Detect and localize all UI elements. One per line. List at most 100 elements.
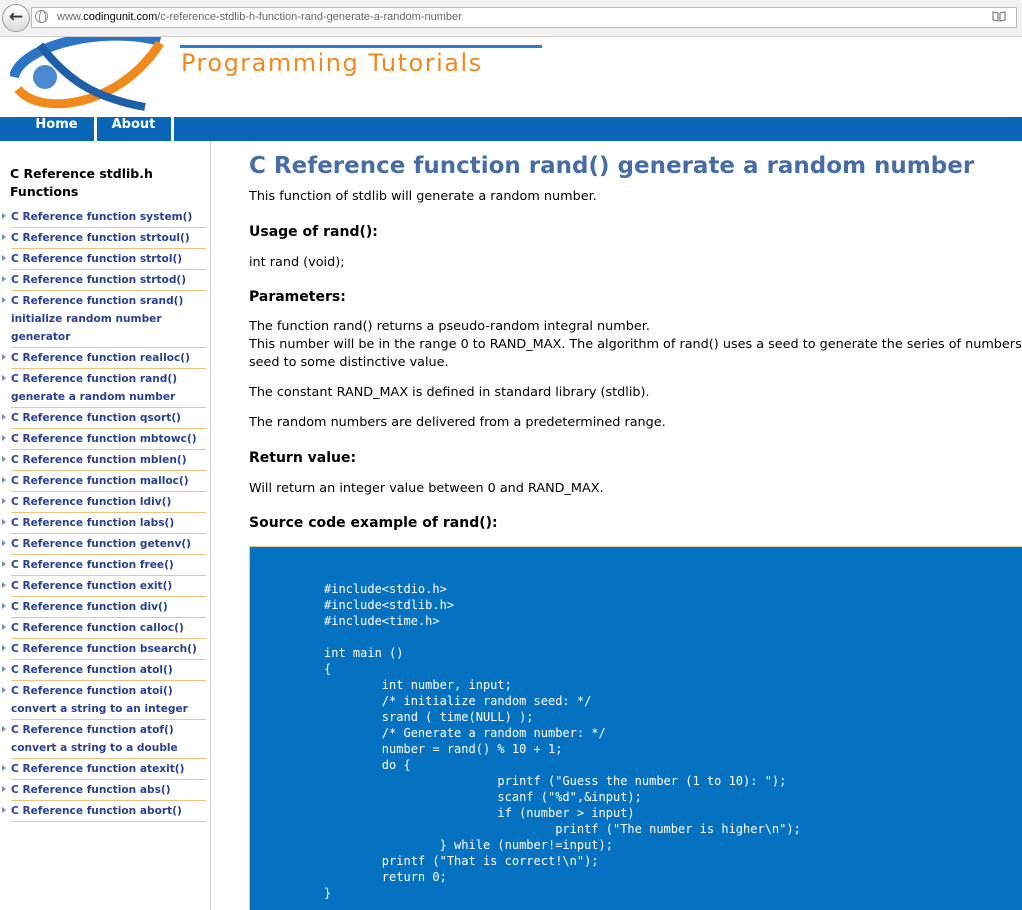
sidebar-link-label: C Reference function getenv() xyxy=(11,538,192,550)
nav-about-link[interactable]: About xyxy=(97,117,170,141)
bullet-arrow-icon xyxy=(2,807,6,813)
bullet-arrow-icon xyxy=(2,540,6,546)
sidebar-link[interactable]: C Reference function abort() xyxy=(2,801,206,822)
url-domain: codingunit.com xyxy=(83,11,158,23)
bullet-arrow-icon xyxy=(2,456,6,462)
bullet-arrow-icon xyxy=(2,666,6,672)
back-arrow-icon[interactable]: ← xyxy=(2,4,30,32)
bullet-arrow-icon xyxy=(2,414,6,420)
sidebar-link[interactable]: C Reference function calloc() xyxy=(2,618,206,639)
parameters-line-2: This number will be in the range 0 to RA… xyxy=(249,337,1022,352)
range-text: The random numbers are delivered from a … xyxy=(249,415,666,430)
sidebar-link[interactable]: C Reference function atof() convert a st… xyxy=(2,720,206,759)
sidebar-link-label: C Reference function bsearch() xyxy=(11,643,197,655)
sidebar-link[interactable]: C Reference function strtoul() xyxy=(2,228,206,249)
sidebar-link[interactable]: C Reference function ldiv() xyxy=(2,492,206,513)
bullet-arrow-icon xyxy=(2,477,6,483)
site-header: Programming Tutorials xyxy=(0,37,1022,117)
address-bar[interactable]: www.codingunit.com/c-reference-stdlib-h-… xyxy=(31,7,1017,28)
sidebar-link[interactable]: C Reference function abs() xyxy=(2,780,206,801)
bullet-arrow-icon xyxy=(2,213,6,219)
bullet-arrow-icon xyxy=(2,276,6,282)
sidebar-link-label: C Reference function strtod() xyxy=(11,274,187,286)
bullet-arrow-icon xyxy=(2,498,6,504)
sidebar-link[interactable]: C Reference function mblen() xyxy=(2,450,206,471)
url-prefix: www. xyxy=(57,11,84,23)
page-title: C Reference function rand() generate a r… xyxy=(249,153,975,179)
sidebar-link-label: C Reference function system() xyxy=(11,211,193,223)
sidebar-link[interactable]: C Reference function strtol() xyxy=(2,249,206,270)
bullet-arrow-icon xyxy=(2,786,6,792)
sidebar-link-label: C Reference function strtol() xyxy=(11,253,183,265)
sidebar-link-label: C Reference function rand() generate a r… xyxy=(11,373,178,403)
bullet-arrow-icon xyxy=(2,726,6,732)
sidebar-link-label: C Reference function atoi() convert a st… xyxy=(11,685,188,715)
source-code-heading: Source code example of rand(): xyxy=(249,515,498,531)
sidebar-link[interactable]: C Reference function mbtowc() xyxy=(2,429,206,450)
sidebar-list: C Reference function system() C Referenc… xyxy=(0,207,207,822)
sidebar-link[interactable]: C Reference function bsearch() xyxy=(2,639,206,660)
main-nav: Home About xyxy=(0,117,1022,141)
sidebar-link-label: C Reference function atof() convert a st… xyxy=(11,724,178,754)
sidebar-link-label: C Reference function atol() xyxy=(11,664,173,676)
parameters-line-1: The function rand() returns a pseudo-ran… xyxy=(249,319,650,334)
browser-toolbar: ← www.codingunit.com/c-reference-stdlib-… xyxy=(0,0,1022,37)
sidebar: C Reference stdlib.h Functions C Referen… xyxy=(0,141,211,910)
sidebar-link[interactable]: C Reference function strtod() xyxy=(2,270,206,291)
usage-heading: Usage of rand(): xyxy=(249,224,378,240)
sidebar-link-label: C Reference function mblen() xyxy=(11,454,187,466)
sidebar-link-label: C Reference function strtoul() xyxy=(11,232,190,244)
sidebar-link[interactable]: C Reference function div() xyxy=(2,597,206,618)
return-value-heading: Return value: xyxy=(249,450,357,466)
sidebar-link-label: C Reference function abort() xyxy=(11,805,182,817)
sidebar-link[interactable]: C Reference function system() xyxy=(2,207,206,228)
bullet-arrow-icon xyxy=(2,435,6,441)
sidebar-link[interactable]: C Reference function malloc() xyxy=(2,471,206,492)
sidebar-link[interactable]: C Reference function atexit() xyxy=(2,759,206,780)
bullet-arrow-icon xyxy=(2,519,6,525)
sidebar-link[interactable]: C Reference function rand() generate a r… xyxy=(2,369,206,408)
sidebar-link-label: C Reference function calloc() xyxy=(11,622,184,634)
bullet-arrow-icon xyxy=(2,582,6,588)
parameters-line-3: seed to some distinctive value. xyxy=(249,355,449,370)
sidebar-link[interactable]: C Reference function srand() initialize … xyxy=(2,291,206,348)
reader-view-icon[interactable] xyxy=(992,11,1006,22)
sidebar-link[interactable]: C Reference function exit() xyxy=(2,576,206,597)
bullet-arrow-icon xyxy=(2,297,6,303)
sidebar-link[interactable]: C Reference function getenv() xyxy=(2,534,206,555)
sidebar-link-label: C Reference function atexit() xyxy=(11,763,185,775)
sidebar-link-label: C Reference function div() xyxy=(11,601,168,613)
sidebar-link-label: C Reference function mbtowc() xyxy=(11,433,197,445)
intro-text: This function of stdlib will generate a … xyxy=(249,189,597,204)
site-logo-icon[interactable] xyxy=(10,37,180,117)
bullet-arrow-icon xyxy=(2,687,6,693)
bullet-arrow-icon xyxy=(2,234,6,240)
bullet-arrow-icon xyxy=(2,624,6,630)
url-path: /c-reference-stdlib-h-function-rand-gene… xyxy=(157,11,462,23)
sidebar-link[interactable]: C Reference function atoi() convert a st… xyxy=(2,681,206,720)
sidebar-link[interactable]: C Reference function free() xyxy=(2,555,206,576)
sidebar-link-label: C Reference function labs() xyxy=(11,517,175,529)
sidebar-link[interactable]: C Reference function realloc() xyxy=(2,348,206,369)
sidebar-link-label: C Reference function qsort() xyxy=(11,412,182,424)
usage-text: int rand (void); xyxy=(249,255,345,270)
nav-divider xyxy=(171,117,174,141)
bullet-arrow-icon xyxy=(2,255,6,261)
logo-line xyxy=(180,45,542,48)
parameters-heading: Parameters: xyxy=(249,289,346,305)
rand-max-text: The constant RAND_MAX is defined in stan… xyxy=(249,385,650,400)
bullet-arrow-icon xyxy=(2,765,6,771)
sidebar-link-label: C Reference function abs() xyxy=(11,784,171,796)
sidebar-title: C Reference stdlib.h Functions xyxy=(10,166,153,199)
sidebar-link-label: C Reference function free() xyxy=(11,559,174,571)
sidebar-link-label: C Reference function realloc() xyxy=(11,352,190,364)
sidebar-link[interactable]: C Reference function atol() xyxy=(2,660,206,681)
code-text: #include<stdio.h> #include<stdlib.h> #in… xyxy=(324,582,801,900)
sidebar-link[interactable]: C Reference function labs() xyxy=(2,513,206,534)
sidebar-link[interactable]: C Reference function qsort() xyxy=(2,408,206,429)
sidebar-link-label: C Reference function exit() xyxy=(11,580,173,592)
sidebar-link-label: C Reference function ldiv() xyxy=(11,496,172,508)
bullet-arrow-icon xyxy=(2,354,6,360)
return-value-text: Will return an integer value between 0 a… xyxy=(249,481,604,496)
nav-home-link[interactable]: Home xyxy=(18,117,95,141)
